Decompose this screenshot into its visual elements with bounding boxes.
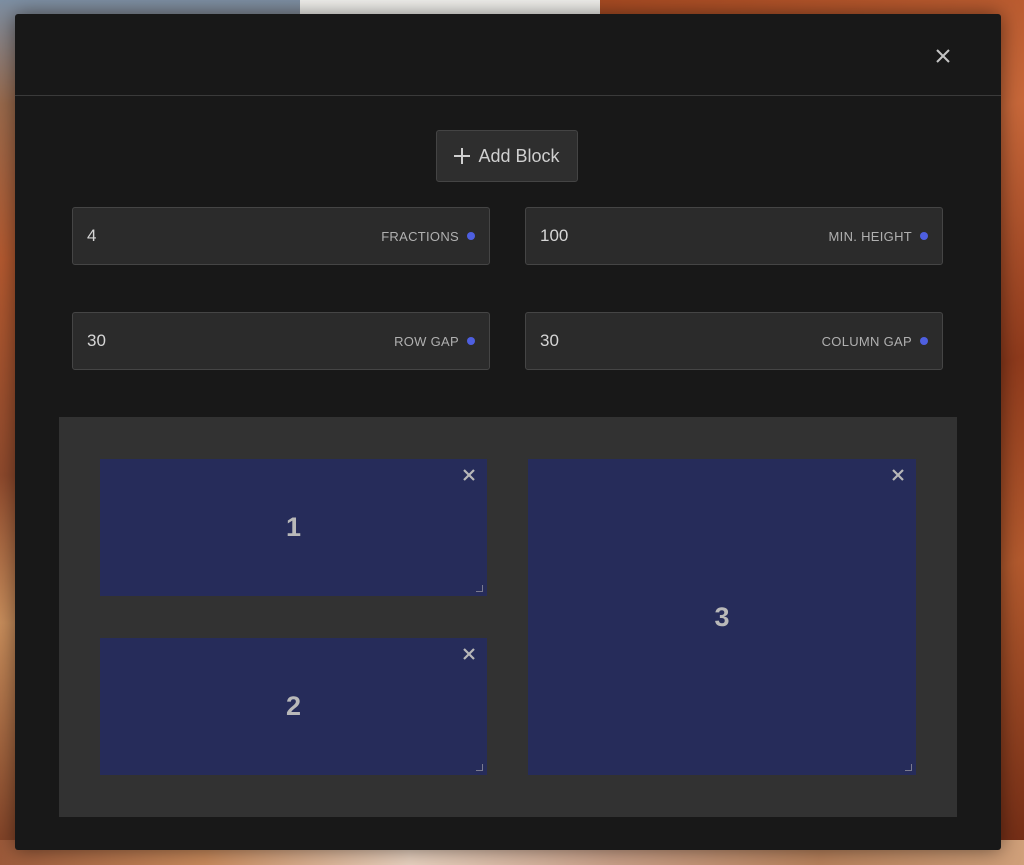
remove-block-icon[interactable] — [890, 467, 906, 483]
grid-preview-area: 1 2 3 — [59, 417, 957, 817]
remove-block-icon[interactable] — [461, 467, 477, 483]
close-icon[interactable] — [929, 42, 957, 70]
grid-editor-modal: Add Block FRACTIONS MIN. HEIGHT ROW GAP … — [15, 14, 1001, 850]
column-gap-field[interactable]: COLUMN GAP — [525, 312, 943, 370]
add-block-button[interactable]: Add Block — [436, 130, 578, 182]
fractions-input[interactable] — [87, 226, 382, 246]
column-gap-label: COLUMN GAP — [821, 333, 912, 349]
block-number: 3 — [714, 601, 730, 632]
modal-header — [15, 14, 1001, 96]
min-height-indicator-dot — [920, 232, 928, 240]
resize-handle[interactable] — [476, 764, 483, 771]
plus-icon — [454, 148, 471, 164]
grid-block-2[interactable]: 2 — [100, 638, 487, 775]
block-number: 2 — [285, 691, 302, 721]
block-number: 1 — [285, 512, 302, 542]
min-height-label: MIN. HEIGHT — [828, 228, 912, 244]
resize-handle[interactable] — [476, 585, 483, 592]
grid-block-1[interactable]: 1 — [100, 459, 487, 596]
column-gap-input[interactable] — [540, 331, 822, 351]
row-gap-field[interactable]: ROW GAP — [72, 312, 490, 370]
add-block-label: Add Block — [478, 145, 560, 166]
column-gap-indicator-dot — [920, 337, 928, 345]
fractions-label: FRACTIONS — [381, 228, 459, 244]
fractions-indicator-dot — [467, 232, 475, 240]
grid-block-3[interactable]: 3 — [528, 459, 916, 775]
resize-handle[interactable] — [905, 764, 912, 771]
min-height-field[interactable]: MIN. HEIGHT — [525, 207, 943, 265]
row-gap-label: ROW GAP — [394, 333, 459, 349]
row-gap-input[interactable] — [87, 331, 395, 351]
fractions-field[interactable]: FRACTIONS — [72, 207, 490, 265]
min-height-input[interactable] — [540, 226, 829, 246]
row-gap-indicator-dot — [467, 337, 475, 345]
remove-block-icon[interactable] — [461, 646, 477, 662]
